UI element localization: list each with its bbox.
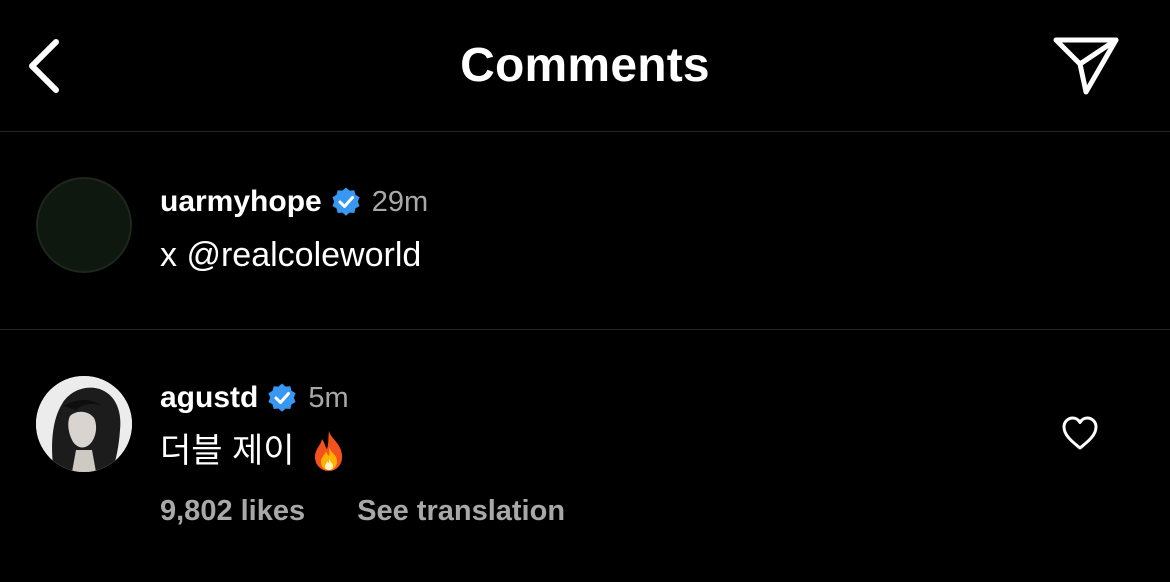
avatar[interactable]	[36, 376, 132, 472]
comment-meta: agustd 5m	[160, 378, 349, 418]
comment-timestamp: 29m	[371, 185, 429, 218]
comment-username[interactable]: uarmyhope	[160, 185, 322, 219]
paper-plane-icon[interactable]	[1050, 34, 1122, 98]
comment-meta: uarmyhope 29m	[160, 182, 428, 222]
comment-text: 더블 제이	[160, 432, 295, 470]
verified-badge-icon	[332, 187, 360, 216]
avatar[interactable]	[36, 177, 132, 273]
likes-count-button[interactable]: 9,802 likes	[160, 495, 305, 528]
comment-text-row: 더블 제이	[160, 429, 349, 473]
comment-username[interactable]: agustd	[160, 381, 258, 415]
fire-icon	[314, 431, 342, 471]
comment-item: agustd 5m 더블 제이 9,802 likes See translat…	[0, 331, 1170, 582]
verified-badge-icon	[268, 383, 296, 412]
comment-actions: 9,802 likes See translation	[160, 491, 565, 531]
header-bar: Comments	[0, 0, 1170, 132]
see-translation-button[interactable]: See translation	[357, 495, 565, 528]
comment-item: uarmyhope 29m x @realcoleworld	[0, 132, 1170, 330]
heart-outline-icon[interactable]	[1060, 413, 1100, 453]
comment-timestamp: 5m	[308, 381, 349, 414]
comment-text: x @realcoleworld	[160, 236, 422, 274]
page-title: Comments	[460, 39, 710, 92]
avatar-photo	[36, 376, 132, 472]
